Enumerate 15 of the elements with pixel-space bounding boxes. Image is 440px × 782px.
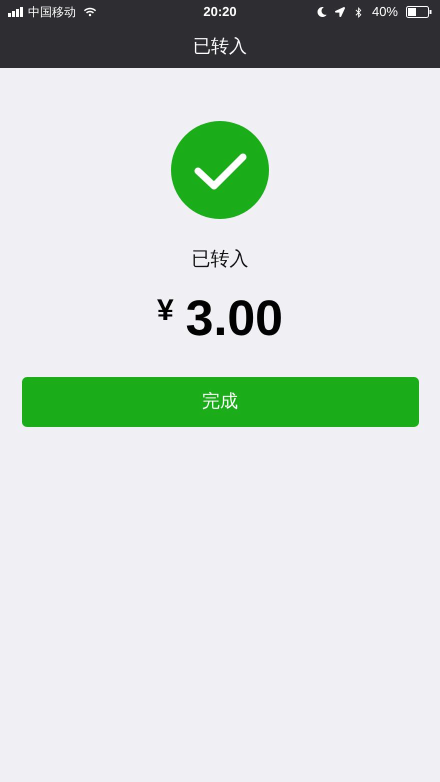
battery-icon (406, 6, 432, 18)
status-time: 20:20 (203, 3, 237, 22)
bluetooth-icon (352, 6, 364, 18)
status-text: 已转入 (192, 247, 248, 272)
currency-symbol: ¥ (156, 292, 174, 328)
amount-text: 3.00 (186, 292, 283, 342)
check-circle-icon (171, 121, 269, 219)
carrier-label: 中国移动 (28, 4, 76, 21)
signal-icon (8, 7, 24, 17)
wifi-icon (84, 6, 96, 18)
done-button[interactable]: 完成 (22, 376, 418, 426)
battery-percent: 40% (372, 3, 398, 22)
location-icon (334, 7, 345, 17)
moon-icon (316, 7, 327, 17)
nav-title: 已转入 (193, 34, 247, 58)
